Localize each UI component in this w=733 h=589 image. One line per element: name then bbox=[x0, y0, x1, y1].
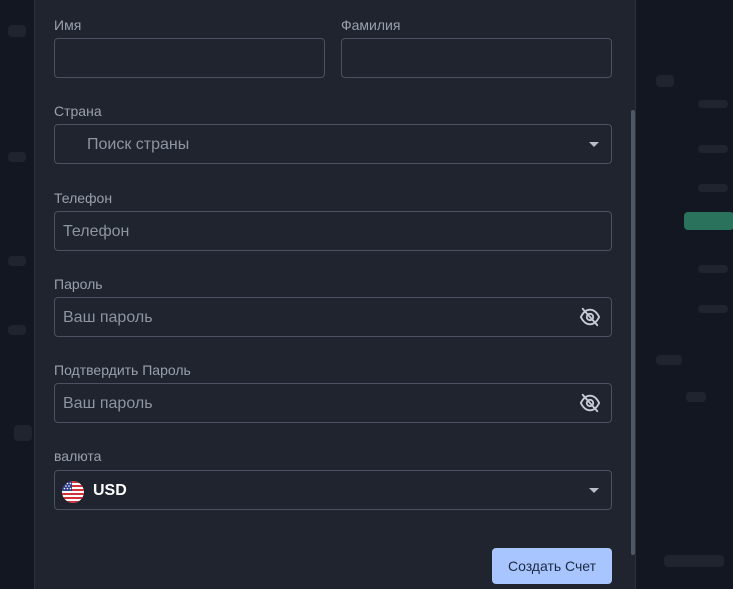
background-placeholder bbox=[698, 100, 728, 108]
background-accent-block bbox=[684, 212, 733, 230]
last-name-field[interactable] bbox=[341, 38, 612, 78]
background-placeholder bbox=[698, 305, 728, 313]
background-right-panel bbox=[636, 0, 733, 589]
phone-label: Телефон bbox=[54, 190, 113, 206]
phone-placeholder: Телефон bbox=[63, 223, 130, 240]
background-placeholder bbox=[686, 392, 706, 402]
create-account-button[interactable]: Создать Счет bbox=[492, 548, 612, 584]
password-field[interactable]: Ваш пароль bbox=[54, 297, 612, 337]
eye-off-icon[interactable] bbox=[579, 306, 601, 328]
confirm-password-placeholder: Ваш пароль bbox=[63, 395, 153, 412]
background-placeholder bbox=[698, 184, 728, 192]
currency-select[interactable]: USD bbox=[54, 470, 612, 510]
eye-off-icon[interactable] bbox=[579, 392, 601, 414]
background-placeholder bbox=[664, 555, 724, 567]
background-left-panel bbox=[0, 0, 34, 589]
currency-label: валюта bbox=[54, 448, 102, 464]
password-placeholder: Ваш пароль bbox=[63, 309, 153, 326]
background-placeholder bbox=[8, 256, 26, 266]
background-placeholder bbox=[8, 25, 26, 37]
country-placeholder: Поиск страны bbox=[87, 136, 190, 153]
confirm-password-field[interactable]: Ваш пароль bbox=[54, 383, 612, 423]
background-placeholder bbox=[656, 75, 674, 87]
background-placeholder bbox=[656, 355, 682, 365]
first-name-field[interactable] bbox=[54, 38, 325, 78]
first-name-label: Имя bbox=[54, 17, 82, 33]
background-placeholder bbox=[698, 145, 728, 153]
background-placeholder bbox=[698, 265, 728, 273]
us-flag-icon bbox=[62, 481, 84, 503]
country-select[interactable]: Поиск страны bbox=[54, 124, 612, 164]
background-placeholder bbox=[8, 152, 26, 162]
last-name-label: Фамилия bbox=[341, 17, 401, 33]
currency-value: USD bbox=[93, 482, 127, 499]
background-placeholder bbox=[8, 325, 26, 335]
background-placeholder bbox=[14, 425, 32, 441]
password-label: Пароль bbox=[54, 276, 103, 292]
phone-field[interactable]: Телефон bbox=[54, 211, 612, 251]
chevron-down-icon bbox=[589, 142, 599, 147]
chevron-down-icon bbox=[589, 488, 599, 493]
confirm-password-label: Подтвердить Пароль bbox=[54, 362, 191, 378]
modal-scrollbar[interactable] bbox=[631, 110, 635, 555]
country-label: Страна bbox=[54, 103, 102, 119]
